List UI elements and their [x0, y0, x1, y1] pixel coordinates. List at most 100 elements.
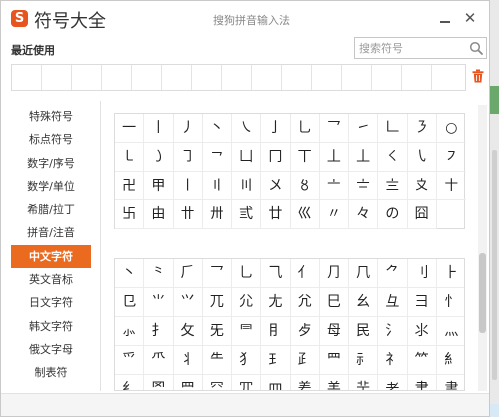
- symbol-cell[interactable]: 丅: [290, 142, 320, 172]
- symbol-cell[interactable]: ⺄: [261, 259, 291, 288]
- recent-slot[interactable]: [102, 65, 132, 90]
- symbol-cell[interactable]: ⺅: [290, 259, 320, 288]
- recent-slot[interactable]: [312, 65, 342, 90]
- symbol-cell[interactable]: ⺈: [378, 259, 408, 288]
- recent-slot[interactable]: [282, 65, 312, 90]
- nav-item[interactable]: 日文字符: [11, 291, 91, 314]
- symbol-cell[interactable]: 〤: [261, 171, 291, 201]
- symbol-cell[interactable]: ㇛: [378, 142, 408, 172]
- minimize-icon[interactable]: [437, 10, 453, 26]
- symbol-cell[interactable]: ⺌: [144, 288, 174, 317]
- symbol-cell[interactable]: ⺴: [232, 375, 262, 390]
- close-icon[interactable]: ✕: [462, 10, 478, 26]
- symbol-cell[interactable]: ⺡: [378, 317, 408, 346]
- symbol-cell[interactable]: ㇇: [436, 143, 466, 172]
- symbol-cell[interactable]: ⺠: [349, 317, 379, 346]
- symbol-cell[interactable]: ㇏: [232, 114, 262, 143]
- symbol-cell[interactable]: ⺰: [115, 375, 145, 390]
- title-bar[interactable]: S 符号大全 搜狗拼音输入法 ✕: [1, 1, 489, 37]
- symbol-cell[interactable]: ⺳: [203, 375, 232, 390]
- nav-item[interactable]: 韩文字符: [11, 315, 91, 338]
- recent-slot[interactable]: [222, 65, 252, 90]
- symbol-cell[interactable]: ㇀: [349, 114, 379, 143]
- symbol-cell[interactable]: 由: [144, 200, 174, 229]
- symbol-cell[interactable]: ㇄: [115, 142, 145, 172]
- symbol-cell[interactable]: 乚: [290, 114, 320, 143]
- symbol-cell[interactable]: 〸: [436, 172, 466, 201]
- symbol-cell[interactable]: 廿: [261, 200, 291, 229]
- symbol-cell[interactable]: 々: [349, 200, 379, 229]
- symbol-cell[interactable]: 一: [115, 114, 145, 143]
- symbol-cell[interactable]: 丨: [144, 114, 174, 143]
- symbol-cell[interactable]: ⺮: [407, 346, 437, 375]
- nav-item[interactable]: 标点符号: [11, 128, 91, 151]
- symbol-cell[interactable]: 囧: [407, 200, 437, 229]
- symbol-cell[interactable]: ⺻: [437, 375, 464, 390]
- symbol-cell[interactable]: 〃: [319, 200, 349, 229]
- symbol-cell[interactable]: 〩: [407, 171, 437, 201]
- symbol-cell[interactable]: ⺆: [319, 259, 349, 288]
- symbol-cell[interactable]: 𠃊: [378, 114, 408, 143]
- symbol-cell[interactable]: ⺫: [319, 346, 349, 375]
- symbol-cell[interactable]: ⺁: [173, 259, 203, 288]
- symbol-cell[interactable]: 冂: [261, 142, 291, 172]
- nav-item[interactable]: 数字/序号: [11, 152, 91, 175]
- symbol-cell[interactable]: ⺷: [320, 375, 349, 390]
- symbol-cell[interactable]: 亅: [261, 114, 291, 143]
- recent-slot[interactable]: [162, 65, 192, 90]
- symbol-cell[interactable]: ⺀: [144, 259, 174, 288]
- symbol-cell[interactable]: 〡: [173, 171, 203, 201]
- search-box[interactable]: [354, 37, 487, 59]
- symbol-cell[interactable]: 〣: [232, 171, 262, 201]
- nav-item[interactable]: 拼音/注音: [11, 221, 91, 244]
- symbol-cell[interactable]: ㇂: [407, 142, 437, 172]
- symbol-cell[interactable]: ⺘: [144, 317, 174, 346]
- symbol-cell[interactable]: ㇖: [202, 142, 232, 172]
- nav-item[interactable]: 特殊符号: [11, 105, 91, 128]
- symbol-cell[interactable]: 巛: [290, 200, 320, 229]
- symbol-cell[interactable]: ⺧: [202, 346, 232, 375]
- symbol-cell[interactable]: ⺎: [202, 288, 232, 317]
- symbol-cell[interactable]: ㇋: [407, 114, 437, 143]
- nav-item[interactable]: 中文字符: [11, 244, 91, 269]
- symbol-cell[interactable]: 卍: [115, 171, 145, 201]
- symbol-cell[interactable]: ⺊: [436, 259, 464, 288]
- symbol-cell[interactable]: 〺: [202, 200, 232, 229]
- nav-item[interactable]: 俄文字母: [11, 338, 91, 361]
- symbol-cell[interactable]: ㇆: [173, 142, 203, 172]
- symbol-cell[interactable]: ⺙: [173, 317, 203, 346]
- symbol-cell[interactable]: 丿: [173, 114, 203, 143]
- symbol-cell[interactable]: ⺉: [407, 259, 437, 288]
- symbol-cell[interactable]: 卐: [115, 200, 145, 229]
- symbol-cell[interactable]: ⺜: [232, 317, 262, 346]
- symbol-cell[interactable]: ⺋: [115, 288, 145, 317]
- symbol-cell[interactable]: ⺺: [408, 375, 437, 390]
- symbol-cell[interactable]: ⺭: [378, 346, 408, 375]
- symbol-cell[interactable]: ⺝: [261, 317, 291, 346]
- recent-slot[interactable]: [252, 65, 282, 90]
- symbol-cell[interactable]: 丄: [319, 142, 349, 172]
- trash-icon[interactable]: [472, 69, 484, 83]
- nav-item[interactable]: 制表符: [11, 361, 91, 384]
- symbol-cell[interactable]: 弎: [232, 200, 262, 229]
- recent-slot[interactable]: [12, 65, 42, 90]
- symbol-cell[interactable]: ⺑: [290, 288, 320, 317]
- symbol-cell[interactable]: ⺵: [261, 375, 291, 390]
- recent-slot[interactable]: [402, 65, 432, 90]
- symbol-cell[interactable]: ⺕: [407, 288, 437, 317]
- symbol-cell[interactable]: 丶: [115, 259, 145, 288]
- symbol-cell[interactable]: ⺣: [436, 317, 464, 346]
- symbol-cell[interactable]: ⺒: [319, 288, 349, 317]
- symbol-cell[interactable]: ⺃: [232, 259, 262, 288]
- symbol-cell[interactable]: ⺸: [349, 375, 379, 390]
- symbol-cell[interactable]: 乛: [319, 114, 349, 143]
- search-icon[interactable]: [469, 41, 484, 56]
- symbol-cell[interactable]: ⺢: [407, 317, 437, 346]
- symbol-cell[interactable]: 〥: [290, 171, 320, 201]
- symbol-cell[interactable]: ⺏: [232, 288, 262, 317]
- symbol-cell[interactable]: 〨: [378, 171, 408, 201]
- recent-slot[interactable]: [342, 65, 372, 90]
- symbol-cell[interactable]: ⺯: [436, 346, 464, 375]
- content-scrollbar[interactable]: [478, 105, 487, 391]
- symbol-cell[interactable]: ⺍: [173, 288, 203, 317]
